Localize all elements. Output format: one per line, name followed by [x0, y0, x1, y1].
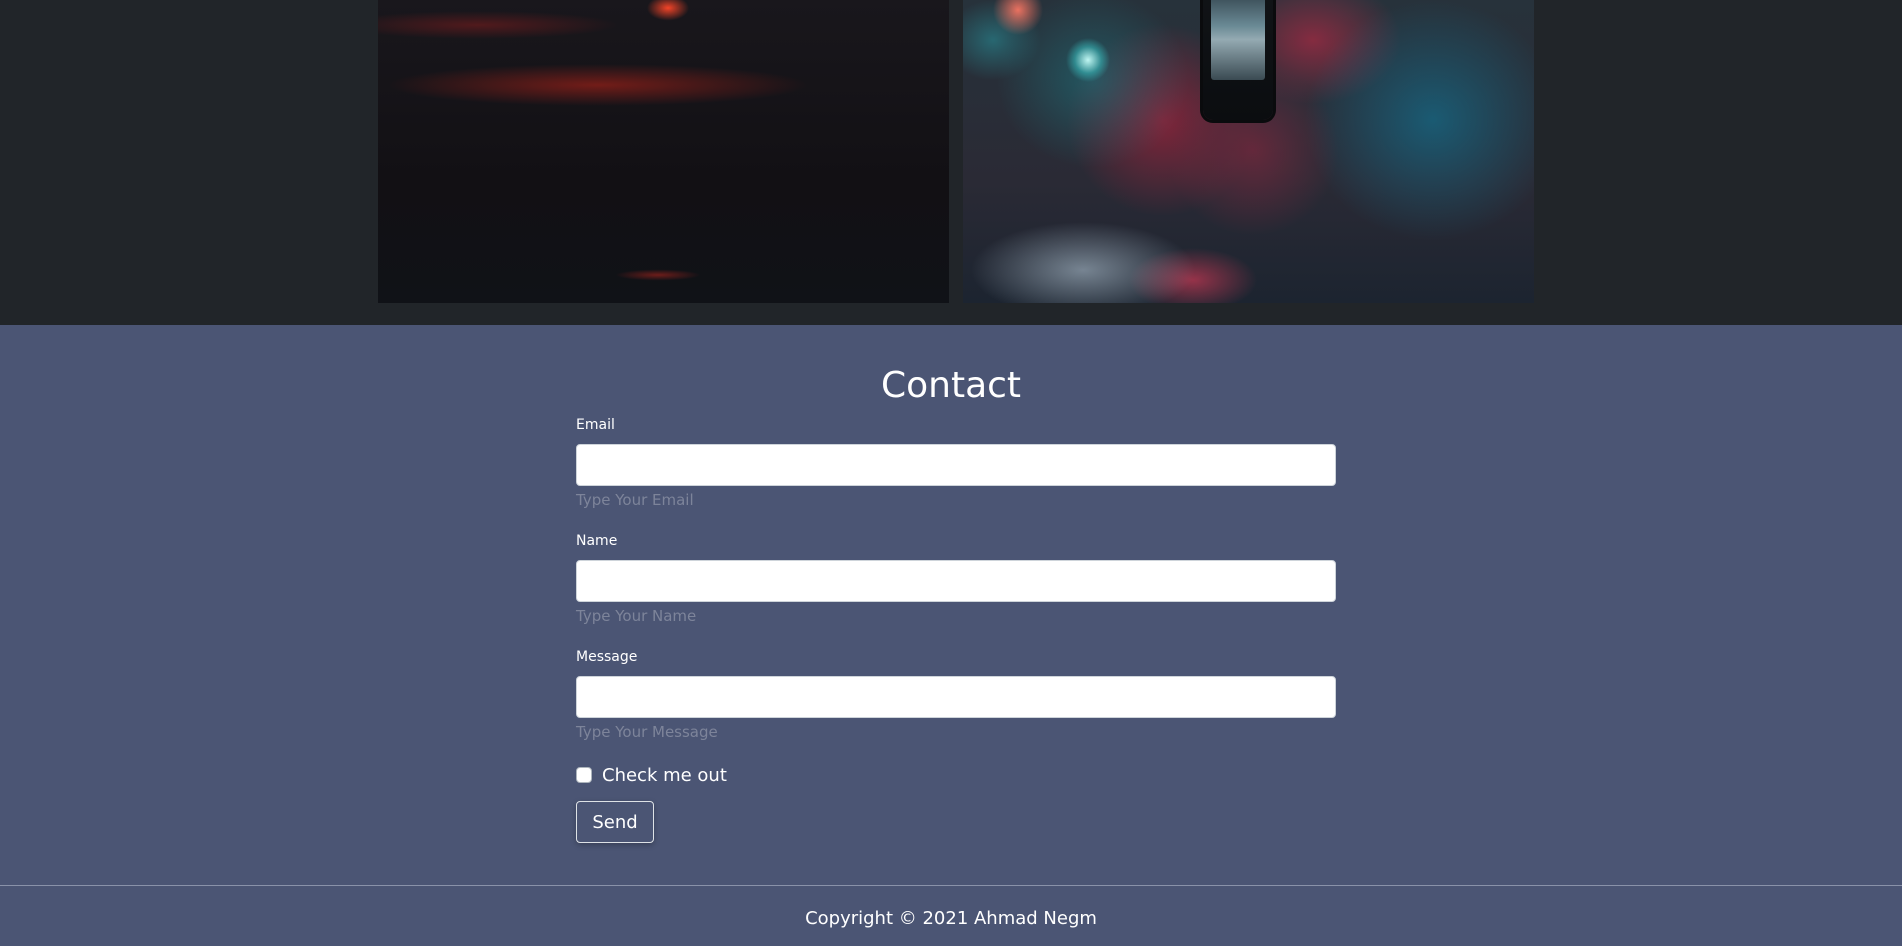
copyright-text: Copyright © 2021 Ahmad Negm [805, 908, 1097, 929]
phone-shape [1203, 0, 1273, 120]
name-field[interactable] [576, 560, 1336, 602]
email-field[interactable] [576, 444, 1336, 486]
check-me-out-checkbox[interactable] [576, 767, 592, 783]
name-hint: Type Your Name [576, 607, 697, 625]
message-hint: Type Your Message [576, 723, 718, 741]
email-label: Email [576, 417, 615, 433]
contact-section: Contact Email Type Your Email Name Type … [0, 325, 1902, 885]
footer: Copyright © 2021 Ahmad Negm [0, 885, 1902, 946]
message-label: Message [576, 649, 638, 665]
check-row[interactable]: Check me out [576, 763, 727, 787]
phone-in-crowd-photo [963, 0, 1534, 303]
contact-title: Contact [880, 365, 1022, 406]
message-field[interactable] [576, 676, 1336, 718]
email-hint: Type Your Email [576, 491, 694, 509]
send-button[interactable]: Send [576, 801, 654, 843]
name-label: Name [576, 533, 618, 549]
night-street-photo [378, 0, 949, 303]
phone-screen [1211, 0, 1265, 80]
check-me-out-label[interactable]: Check me out [602, 765, 727, 786]
gallery-section [0, 0, 1902, 325]
